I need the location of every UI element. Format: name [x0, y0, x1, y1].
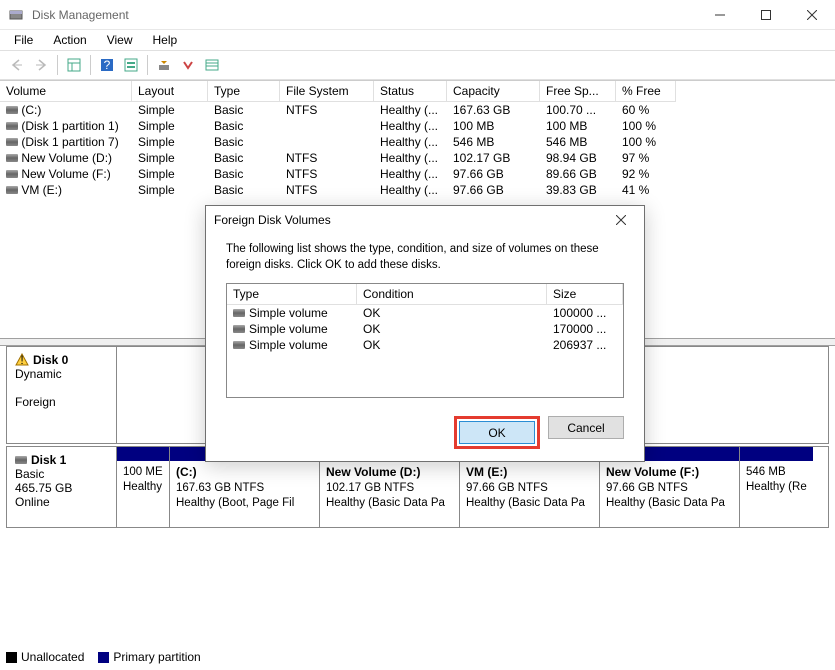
partition-box[interactable]: 100 MEHealthy — [117, 447, 169, 527]
dialog-message: The following list shows the type, condi… — [226, 242, 624, 273]
list-item[interactable]: Simple volumeOK170000 ... — [227, 321, 623, 337]
hdd-icon — [233, 341, 245, 349]
disk-1-name: Disk 1 — [31, 453, 66, 467]
hdd-icon — [6, 186, 18, 194]
toolbar: ? — [0, 50, 835, 80]
hdd-icon — [6, 170, 18, 178]
warning-icon: ! — [15, 353, 29, 367]
dialog-title: Foreign Disk Volumes — [214, 213, 606, 227]
minimize-button[interactable] — [697, 0, 743, 30]
table-row[interactable]: New Volume (D:)SimpleBasicNTFSHealthy (.… — [0, 150, 835, 166]
column-status[interactable]: Status — [374, 81, 447, 102]
menu-file[interactable]: File — [6, 31, 41, 49]
partition-box[interactable]: 546 MBHealthy (Re — [739, 447, 813, 527]
disk-0-type: Dynamic — [15, 367, 108, 381]
table-row[interactable]: New Volume (F:)SimpleBasicNTFSHealthy (.… — [0, 166, 835, 182]
disk-0-status: Foreign — [15, 395, 108, 409]
app-icon — [8, 7, 24, 23]
menu-help[interactable]: Help — [145, 31, 186, 49]
list-item[interactable]: Simple volumeOK206937 ... — [227, 337, 623, 353]
legend-unallocated: Unallocated — [21, 650, 84, 664]
view-toggle-button[interactable] — [63, 54, 85, 76]
menu-bar: File Action View Help — [0, 30, 835, 50]
table-row[interactable]: (Disk 1 partition 7)SimpleBasicHealthy (… — [0, 134, 835, 150]
foreign-disk-dialog: Foreign Disk Volumes The following list … — [205, 205, 645, 462]
disk-1-status: Online — [15, 495, 108, 509]
table-row[interactable]: (Disk 1 partition 1)SimpleBasicHealthy (… — [0, 118, 835, 134]
title-bar: Disk Management — [0, 0, 835, 30]
legend-primary: Primary partition — [113, 650, 200, 664]
svg-text:?: ? — [104, 58, 111, 72]
dialog-col-condition[interactable]: Condition — [357, 284, 547, 305]
dialog-volume-list[interactable]: Type Condition Size Simple volumeOK10000… — [226, 283, 624, 398]
column-type[interactable]: Type — [208, 81, 280, 102]
volume-table: Volume Layout Type File System Status Ca… — [0, 80, 835, 198]
help-button[interactable]: ? — [96, 54, 118, 76]
column-volume[interactable]: Volume — [0, 81, 132, 102]
column-capacity[interactable]: Capacity — [447, 81, 540, 102]
menu-action[interactable]: Action — [45, 31, 94, 49]
close-button[interactable] — [789, 0, 835, 30]
hdd-icon — [233, 325, 245, 333]
disk-0-label: ! Disk 0 Dynamic Foreign — [7, 347, 117, 443]
table-row[interactable]: (C:)SimpleBasicNTFSHealthy (...167.63 GB… — [0, 102, 835, 118]
hdd-icon — [15, 456, 27, 464]
disk-1-type: Basic — [15, 467, 108, 481]
disk-0-name: Disk 0 — [33, 353, 68, 367]
hdd-icon — [6, 106, 18, 114]
column-layout[interactable]: Layout — [132, 81, 208, 102]
dialog-close-button[interactable] — [606, 208, 636, 232]
ok-highlight: OK — [454, 416, 540, 449]
hdd-icon — [6, 154, 18, 162]
column-filesystem[interactable]: File System — [280, 81, 374, 102]
hdd-icon — [6, 138, 18, 146]
list-button[interactable] — [201, 54, 223, 76]
settings-button[interactable] — [120, 54, 142, 76]
dialog-col-type[interactable]: Type — [227, 284, 357, 305]
back-button — [6, 54, 28, 76]
window-title: Disk Management — [32, 8, 697, 22]
column-pct-free[interactable]: % Free — [616, 81, 676, 102]
cancel-button[interactable]: Cancel — [548, 416, 624, 439]
menu-view[interactable]: View — [99, 31, 141, 49]
dialog-col-size[interactable]: Size — [547, 284, 623, 305]
disk-1-label: Disk 1 Basic 465.75 GB Online — [7, 447, 117, 527]
table-row[interactable]: VM (E:)SimpleBasicNTFSHealthy (...97.66 … — [0, 182, 835, 198]
svg-text:!: ! — [20, 353, 23, 367]
legend: Unallocated Primary partition — [6, 650, 201, 664]
hdd-icon — [233, 309, 245, 317]
list-item[interactable]: Simple volumeOK100000 ... — [227, 305, 623, 321]
refresh-button[interactable] — [153, 54, 175, 76]
disk-1-size: 465.75 GB — [15, 481, 108, 495]
hdd-icon — [6, 122, 18, 130]
forward-button — [30, 54, 52, 76]
maximize-button[interactable] — [743, 0, 789, 30]
action-button[interactable] — [177, 54, 199, 76]
ok-button[interactable]: OK — [459, 421, 535, 444]
column-free[interactable]: Free Sp... — [540, 81, 616, 102]
